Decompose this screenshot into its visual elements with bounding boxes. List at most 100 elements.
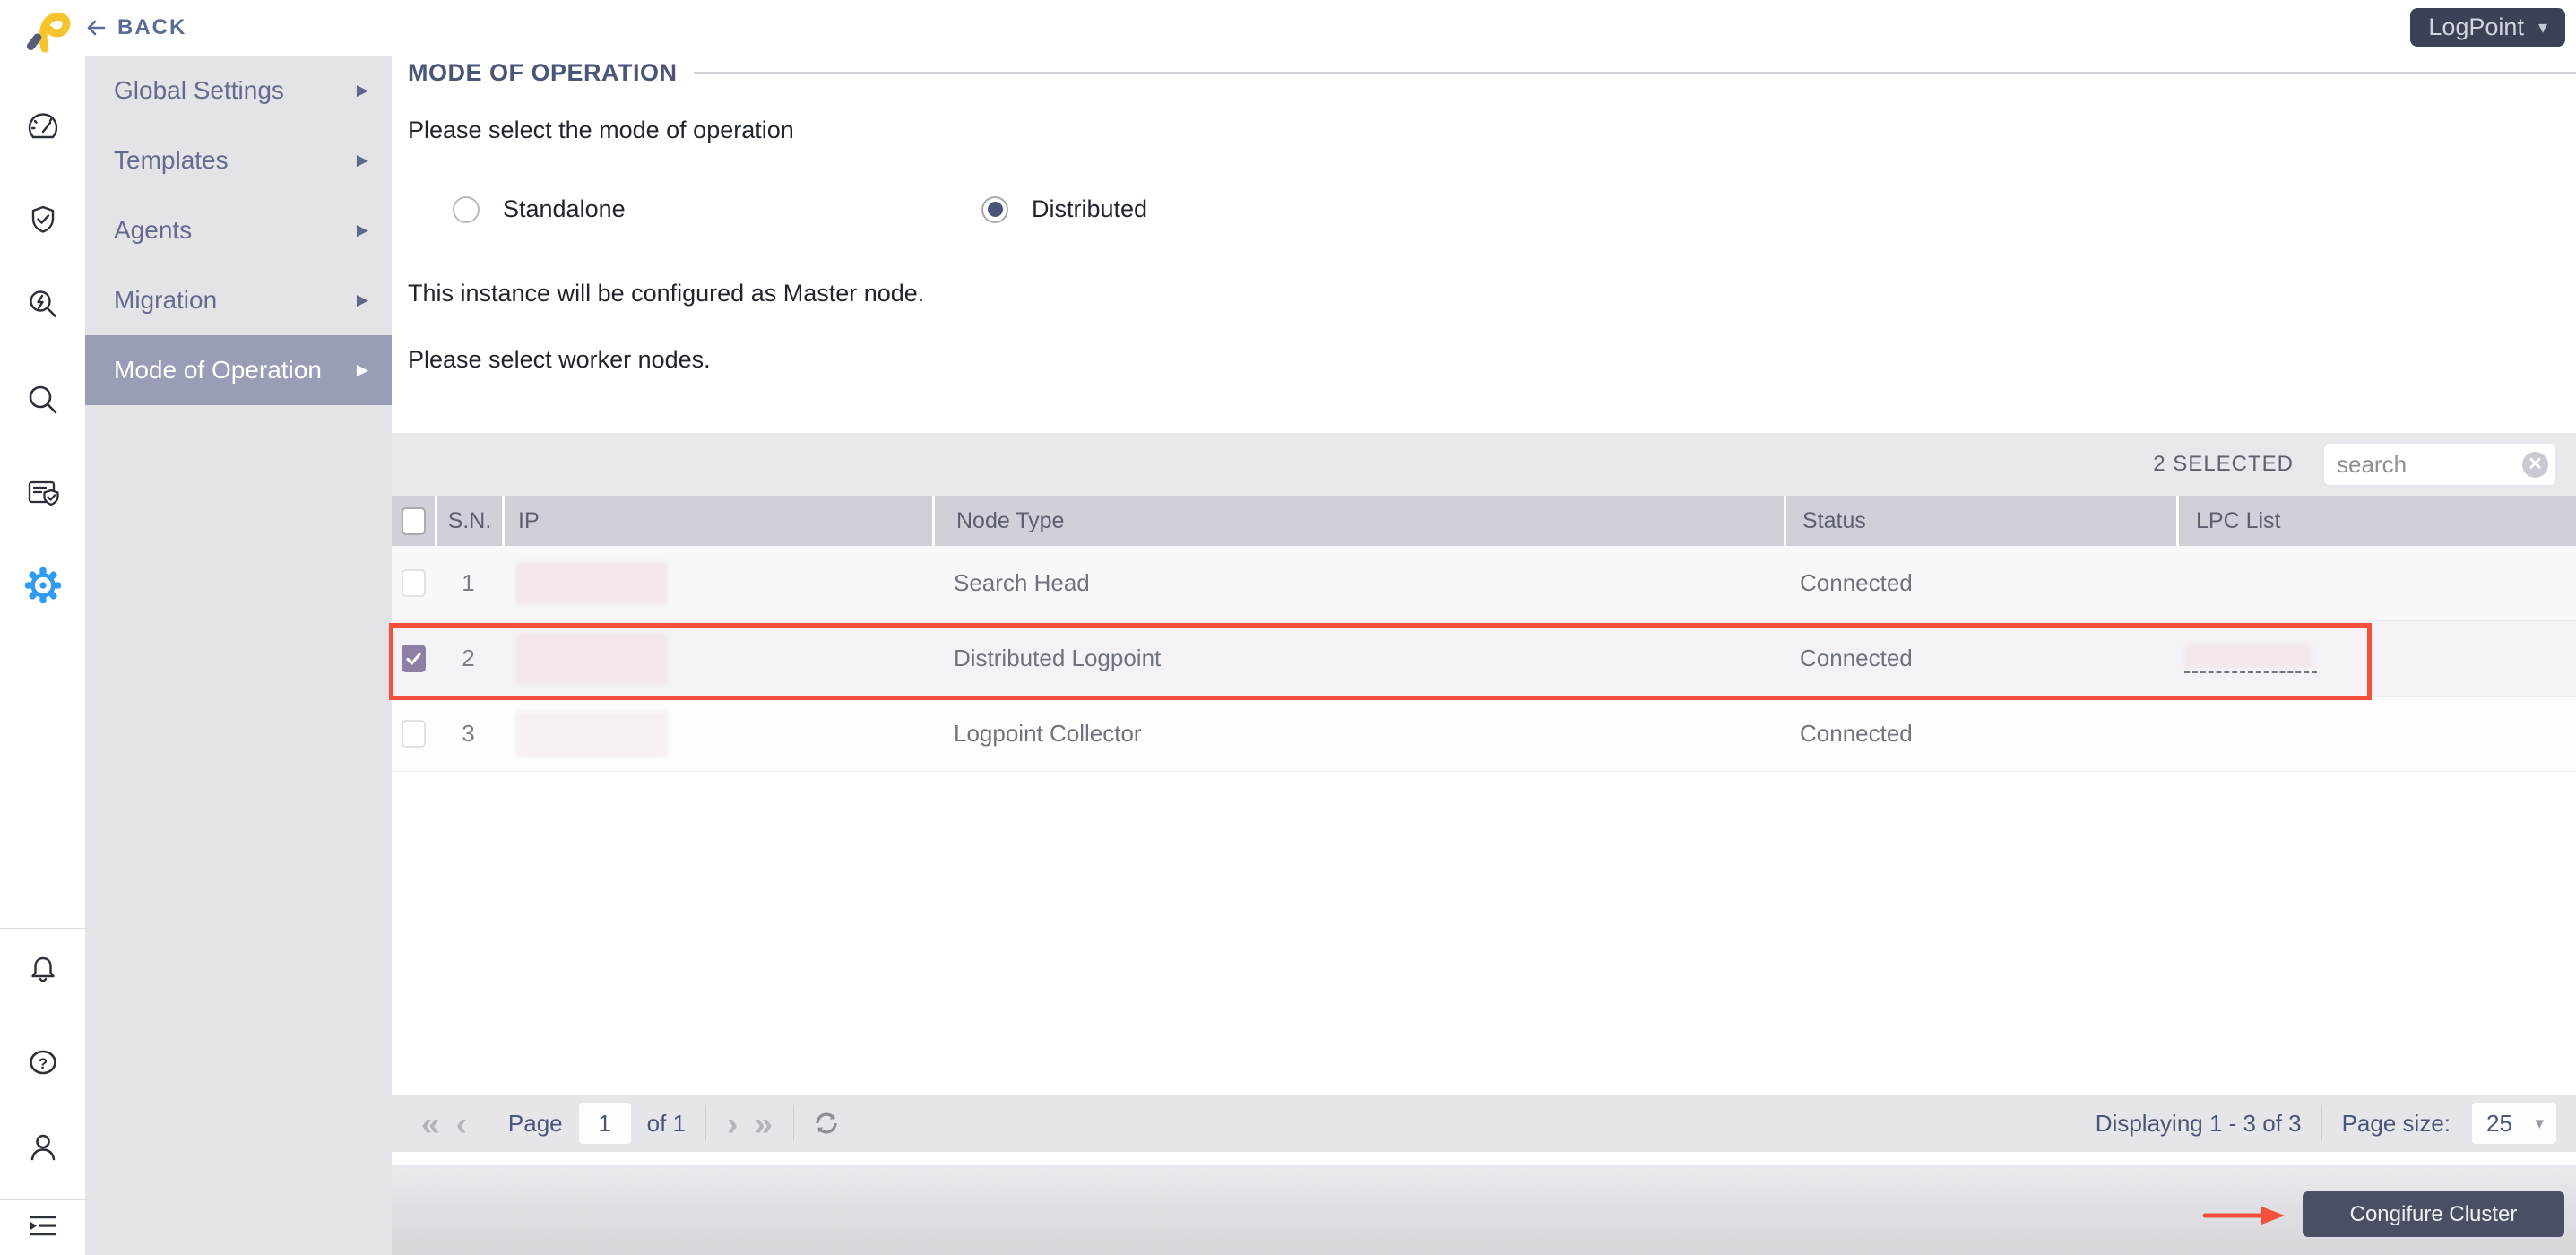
cell-status: Connected [1784, 720, 2176, 748]
select-all-checkbox[interactable] [402, 507, 426, 535]
help-question-icon: ? [24, 1044, 62, 1080]
row-checkbox[interactable] [402, 569, 426, 597]
tenant-dropdown-button[interactable]: LogPoint ▾ [2410, 8, 2565, 47]
row-checkbox-checked[interactable] [402, 645, 426, 672]
clear-search-icon[interactable]: ✕ [2522, 452, 2548, 478]
radio-label: Standalone [503, 195, 626, 223]
next-page-button[interactable]: › [719, 1107, 746, 1140]
main-content: MODE OF OPERATION Please select the mode… [392, 56, 2576, 1255]
mode-radio-group: Standalone Distributed [392, 195, 2576, 226]
refresh-icon [812, 1109, 841, 1138]
cell-node-type: Distributed Logpoint [932, 645, 1784, 672]
row-checkbox[interactable] [402, 720, 426, 748]
caret-down-icon: ▾ [2535, 1113, 2544, 1134]
page-number-input[interactable] [579, 1103, 631, 1144]
redacted-lpc-value [2184, 644, 2312, 668]
investigate-magnifier-icon [25, 287, 61, 323]
rail-collapse-menu-button[interactable] [24, 1207, 62, 1245]
table-row[interactable]: 3 Logpoint Collector Connected [392, 697, 2576, 772]
cell-status: Connected [1784, 645, 2176, 672]
settings-menu-panel: Global Settings ▶ Templates ▶ Agents ▶ M… [85, 56, 392, 1255]
app-window: BACK LogPoint ▾ [0, 0, 2576, 1255]
redacted-ip-value [515, 711, 668, 757]
sidebar-item-migration[interactable]: Migration ▶ [85, 265, 392, 335]
table-row[interactable]: 2 Distributed Logpoint Connected [392, 621, 2576, 697]
back-button[interactable]: BACK [85, 0, 186, 56]
radio-label: Distributed [1032, 195, 1147, 223]
column-header-lpc-list[interactable]: LPC List [2176, 496, 2576, 546]
cell-status: Connected [1784, 569, 2176, 597]
worker-nodes-prompt: Please select worker nodes. [408, 346, 711, 374]
page-title: MODE OF OPERATION [408, 59, 678, 87]
section-header: MODE OF OPERATION [408, 57, 2576, 88]
page-of-label: of 1 [647, 1110, 686, 1138]
chevron-right-icon: ▶ [357, 361, 368, 379]
redacted-ip-value [515, 562, 668, 605]
sidebar-item-global-settings[interactable]: Global Settings ▶ [85, 56, 392, 126]
rail-search-button[interactable] [24, 381, 62, 419]
chevron-right-icon: ▶ [357, 221, 368, 239]
cell-node-type: Logpoint Collector [932, 720, 1784, 748]
settings-gear-icon [24, 565, 62, 606]
user-profile-icon [25, 1130, 61, 1165]
column-header-node-type[interactable]: Node Type [932, 496, 1784, 546]
rail-report-button[interactable] [24, 475, 62, 513]
chevron-right-icon: ▶ [357, 151, 368, 169]
sidebar-item-mode-of-operation[interactable]: Mode of Operation ▶ [85, 335, 392, 405]
radio-circle-selected-icon [981, 196, 1008, 223]
radio-standalone[interactable]: Standalone [453, 195, 626, 223]
rail-investigate-button[interactable] [24, 286, 62, 324]
search-magnifier-icon [25, 382, 61, 418]
table-row[interactable]: 1 Search Head Connected [392, 546, 2576, 621]
sidebar-item-agents[interactable]: Agents ▶ [85, 195, 392, 265]
rail-divider [0, 928, 85, 929]
rail-divider [0, 1199, 85, 1200]
footer-bar [392, 1165, 2576, 1255]
pagination-divider [793, 1105, 794, 1141]
cell-sn: 3 [435, 720, 502, 748]
rail-security-button[interactable] [24, 201, 62, 238]
logpoint-logo-icon[interactable] [18, 9, 72, 54]
check-icon [406, 653, 421, 665]
sidebar-item-label: Agents [114, 216, 192, 245]
back-label: BACK [117, 15, 186, 40]
rail-settings-button[interactable] [24, 567, 62, 604]
search-box: ✕ [2324, 444, 2555, 485]
sidebar-item-label: Global Settings [114, 76, 284, 105]
configure-cluster-button[interactable]: Congifure Cluster [2303, 1191, 2564, 1237]
previous-page-button[interactable]: ‹ [448, 1107, 475, 1140]
back-arrow-icon [85, 19, 107, 37]
last-page-button[interactable]: » [746, 1107, 781, 1140]
pagination-divider [705, 1105, 706, 1141]
column-header-sn[interactable]: S.N. [435, 496, 502, 546]
dashboard-gauge-icon [25, 109, 61, 145]
column-header-status[interactable]: Status [1784, 496, 2176, 546]
rail-help-button[interactable]: ? [24, 1043, 62, 1081]
search-input[interactable] [2337, 451, 2522, 479]
rail-user-button[interactable] [24, 1129, 62, 1166]
table-toolbar: 2 SELECTED ✕ [392, 433, 2576, 496]
cell-lpc-list [2176, 644, 2576, 673]
column-header-ip[interactable]: IP [502, 496, 932, 546]
sidebar-item-label: Mode of Operation [114, 356, 322, 385]
shield-check-icon [25, 202, 61, 238]
rail-dashboard-button[interactable] [24, 108, 62, 146]
radio-circle-icon [453, 196, 480, 223]
top-bar: BACK LogPoint ▾ [0, 0, 2576, 56]
redacted-lpc-underline [2184, 671, 2317, 673]
radio-distributed[interactable]: Distributed [981, 195, 1147, 223]
rail-notifications-button[interactable] [24, 951, 62, 989]
sidebar-item-label: Migration [114, 286, 217, 315]
page-size-dropdown[interactable]: 25 ▾ [2472, 1103, 2556, 1144]
sidebar-item-templates[interactable]: Templates ▶ [85, 126, 392, 195]
sidebar-item-label: Templates [114, 146, 229, 175]
displaying-range-text: Displaying 1 - 3 of 3 [2096, 1110, 2302, 1138]
selected-count-badge: 2 SELECTED [2153, 452, 2294, 477]
first-page-button[interactable]: « [413, 1107, 448, 1140]
cell-node-type: Search Head [932, 569, 1784, 597]
page-size-label: Page size: [2342, 1110, 2451, 1138]
collapse-menu-icon [25, 1208, 61, 1244]
chevron-right-icon: ▶ [357, 82, 368, 100]
refresh-button[interactable] [807, 1109, 846, 1138]
report-compliance-icon [24, 476, 62, 512]
